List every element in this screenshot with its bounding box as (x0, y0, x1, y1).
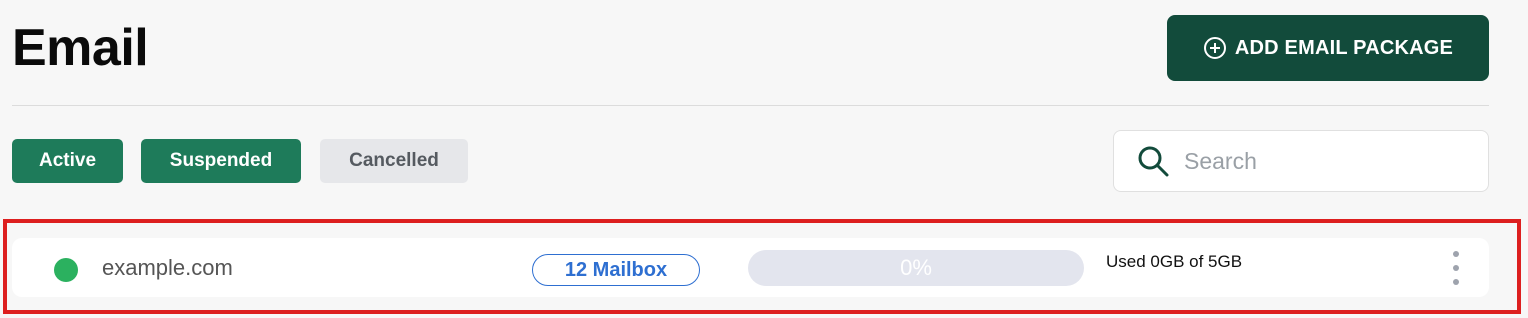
search-box (1113, 130, 1489, 192)
kebab-dot (1453, 251, 1459, 257)
package-domain[interactable]: example.com (102, 254, 233, 282)
add-email-package-label: ADD EMAIL PACKAGE (1234, 36, 1454, 59)
kebab-dot (1453, 279, 1459, 285)
storage-usage-percent: 0% (900, 255, 932, 280)
plus-circle-icon (1203, 37, 1226, 59)
storage-usage-bar: 0% (748, 250, 1084, 286)
tab-active[interactable]: Active (12, 139, 123, 183)
page-title: Email (12, 19, 149, 77)
search-icon[interactable] (1136, 144, 1170, 178)
email-package-row[interactable]: example.com 12 Mailbox 0% Used 0GB of 5G… (12, 238, 1489, 297)
mailbox-count-badge[interactable]: 12 Mailbox (532, 254, 700, 286)
add-email-package-button[interactable]: ADD EMAIL PACKAGE (1167, 15, 1489, 81)
header-divider (12, 105, 1489, 106)
search-input[interactable] (1182, 140, 1466, 182)
tab-cancelled[interactable]: Cancelled (320, 139, 468, 183)
kebab-menu-icon[interactable] (1446, 251, 1466, 285)
status-dot-icon (54, 258, 78, 282)
storage-usage-text: Used 0GB of 5GB (1106, 252, 1243, 271)
kebab-dot (1453, 265, 1459, 271)
tab-suspended[interactable]: Suspended (141, 139, 301, 183)
